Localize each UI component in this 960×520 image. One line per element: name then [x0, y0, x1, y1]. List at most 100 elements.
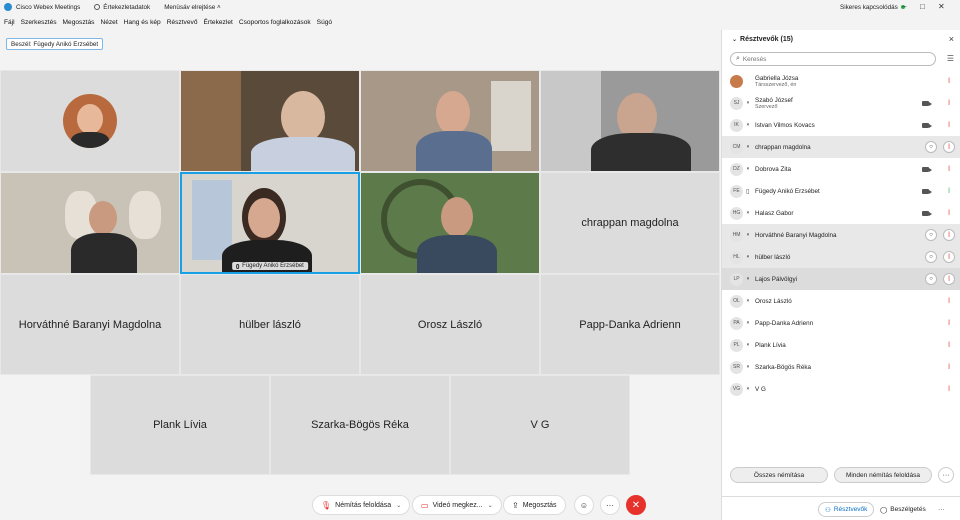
- chat-icon[interactable]: ○: [925, 251, 937, 263]
- muted-mic-icon[interactable]: ǀ: [943, 251, 955, 263]
- video-tile-no-video[interactable]: Horváthné Baranyi Magdolna: [0, 274, 180, 375]
- panel-more-button[interactable]: ···: [938, 467, 954, 483]
- participant-row[interactable]: LP ◖ Lajos Pálvölgyi ○ ǀ: [722, 268, 960, 290]
- people-icon: ⚇: [825, 506, 831, 514]
- video-tile[interactable]: [180, 70, 360, 172]
- participant-row[interactable]: SR ◖ Szarka-Bögös Réka ǀ: [722, 356, 960, 378]
- panel-header[interactable]: ⌄ Résztvevők (15): [732, 36, 793, 43]
- mute-all-button[interactable]: Összes némítása: [730, 467, 828, 483]
- muted-mic-icon[interactable]: ǀ: [943, 97, 955, 109]
- participant-row[interactable]: FE ▯ Fügedy Anikó Erzsébet ǀ: [722, 180, 960, 202]
- leave-meeting-button[interactable]: ✕: [626, 495, 646, 515]
- participant-search[interactable]: ⌕: [730, 52, 936, 66]
- more-panels-button[interactable]: ···: [932, 502, 951, 517]
- participant-name: Istvan Vilmos Kovacs: [755, 121, 815, 129]
- participant-name: Halasz Gabor: [755, 209, 794, 217]
- muted-mic-icon[interactable]: ǀ: [943, 229, 955, 241]
- muted-mic-icon[interactable]: ǀ: [943, 273, 955, 285]
- muted-mic-icon[interactable]: ǀ: [943, 339, 955, 351]
- start-video-button[interactable]: ▭ Videó megkez... ⌄: [412, 495, 502, 515]
- info-icon: [94, 4, 101, 10]
- hide-menu-button[interactable]: Menüsáv elrejtése ˄: [164, 4, 221, 11]
- close-panel-button[interactable]: ×: [949, 34, 954, 44]
- participant-row[interactable]: Gabriella Józsa Társszervező, én ǀ: [722, 70, 960, 92]
- menu-participant[interactable]: Résztvevő: [167, 19, 198, 26]
- participant-row[interactable]: PA ◖ Papp-Danka Adrienn ǀ: [722, 312, 960, 334]
- participant-row[interactable]: VG ◖ V G ǀ: [722, 378, 960, 400]
- video-tile[interactable]: [0, 172, 180, 274]
- close-window-button[interactable]: ✕: [938, 2, 945, 11]
- menu-edit[interactable]: Szerkesztés: [21, 19, 57, 26]
- participant-row[interactable]: IK ◖ Istvan Vilmos Kovacs ǀ: [722, 114, 960, 136]
- participant-row[interactable]: PL ◖ Plank Lívia ǀ: [722, 334, 960, 356]
- participant-row[interactable]: SJ ◖ Szabó József Szervező ǀ: [722, 92, 960, 114]
- muted-mic-icon[interactable]: ǀ: [943, 163, 955, 175]
- chat-icon[interactable]: ○: [925, 273, 937, 285]
- chevron-down-icon[interactable]: ⌄: [396, 502, 401, 509]
- avatar: IK: [730, 118, 743, 132]
- muted-mic-icon[interactable]: ǀ: [943, 383, 955, 395]
- muted-mic-icon[interactable]: ǀ: [943, 361, 955, 373]
- maximize-button[interactable]: □: [920, 2, 925, 11]
- meeting-info-button[interactable]: Értekezletadatok: [94, 4, 150, 11]
- sort-list-icon[interactable]: ☰: [947, 54, 954, 63]
- headset-icon: ◖: [746, 122, 750, 128]
- share-button[interactable]: ⇪ Megosztás: [503, 495, 566, 515]
- participant-row[interactable]: HL ◖ hülber lászló ○ ǀ: [722, 246, 960, 268]
- search-input[interactable]: [742, 55, 923, 63]
- menu-share[interactable]: Megosztás: [63, 19, 95, 26]
- muted-mic-icon[interactable]: ǀ: [943, 141, 955, 153]
- tab-chat[interactable]: ◯ Beszélgetés: [874, 502, 932, 517]
- muted-mic-icon[interactable]: ǀ: [943, 119, 955, 131]
- headset-icon: ◖: [746, 210, 750, 216]
- video-tile-no-video[interactable]: chrappan magdolna: [540, 172, 720, 274]
- participant-name: Horváthné Baranyi Magdolna: [18, 318, 162, 331]
- chat-icon[interactable]: ○: [925, 141, 937, 153]
- tab-chat-label: Beszélgetés: [890, 506, 926, 513]
- video-tile[interactable]: [360, 70, 540, 172]
- tab-participants[interactable]: ⚇ Résztvevők: [818, 502, 875, 517]
- connection-label: Sikeres kapcsolódás: [840, 3, 898, 11]
- muted-mic-icon[interactable]: ǀ: [943, 75, 955, 87]
- video-tile-no-video[interactable]: Orosz László: [360, 274, 540, 375]
- headset-icon: ◖: [746, 342, 750, 348]
- unmute-button[interactable]: 🎙 Némítás feloldása ⌄: [312, 495, 411, 515]
- video-tile[interactable]: [360, 172, 540, 274]
- more-icon: ···: [942, 471, 950, 479]
- participant-name: Orosz László: [755, 297, 792, 305]
- video-tile-no-video[interactable]: Papp-Danka Adrienn: [540, 274, 720, 375]
- reactions-button[interactable]: ☺: [574, 495, 594, 515]
- muted-mic-icon[interactable]: ǀ: [943, 295, 955, 307]
- participant-row[interactable]: DZ ◖ Dobrova Zita ǀ: [722, 158, 960, 180]
- menu-file[interactable]: Fájl: [4, 19, 15, 26]
- participant-row[interactable]: HM ◖ Horváthné Baranyi Magdolna ○ ǀ: [722, 224, 960, 246]
- participant-row[interactable]: CM ◖ chrappan magdolna ○ ǀ: [722, 136, 960, 158]
- unmute-all-button[interactable]: Minden némítás feloldása: [834, 467, 932, 483]
- participant-name: Dobrova Zita: [755, 165, 792, 173]
- menu-meeting[interactable]: Értekezlet: [204, 19, 233, 26]
- unmuted-mic-icon[interactable]: ǀ: [943, 185, 955, 197]
- video-tile-no-video[interactable]: V G: [450, 375, 630, 475]
- participant-row[interactable]: HG ◖ Halasz Gabor ǀ: [722, 202, 960, 224]
- headset-icon: ◖: [746, 320, 750, 326]
- muted-mic-icon[interactable]: ǀ: [943, 207, 955, 219]
- participant-info: Szabó József Szervező: [755, 97, 793, 110]
- menu-breakout[interactable]: Csoportos foglalkozások: [239, 19, 311, 26]
- minimize-button[interactable]: –: [902, 2, 906, 11]
- chat-icon[interactable]: ○: [925, 229, 937, 241]
- muted-mic-icon[interactable]: ǀ: [943, 317, 955, 329]
- menu-view[interactable]: Nézet: [100, 19, 117, 26]
- chevron-down-icon[interactable]: ⌄: [488, 502, 493, 509]
- hide-menu-label: Menüsáv elrejtése: [164, 3, 216, 11]
- app-title: Cisco Webex Meetings: [16, 3, 81, 11]
- video-tile-avatar[interactable]: [0, 70, 180, 172]
- video-tile-active-speaker[interactable]: Fügedy Anikó Erzsébet: [180, 172, 360, 274]
- participant-row[interactable]: OL ◖ Orosz László ǀ: [722, 290, 960, 312]
- video-tile-no-video[interactable]: Plank Lívia: [90, 375, 270, 475]
- video-tile[interactable]: [540, 70, 720, 172]
- more-options-button[interactable]: ···: [600, 495, 620, 515]
- video-tile-no-video[interactable]: hülber lászló: [180, 274, 360, 375]
- menu-audio-video[interactable]: Hang és kép: [124, 19, 161, 26]
- menu-help[interactable]: Súgó: [317, 19, 332, 26]
- video-tile-no-video[interactable]: Szarka-Bögös Réka: [270, 375, 450, 475]
